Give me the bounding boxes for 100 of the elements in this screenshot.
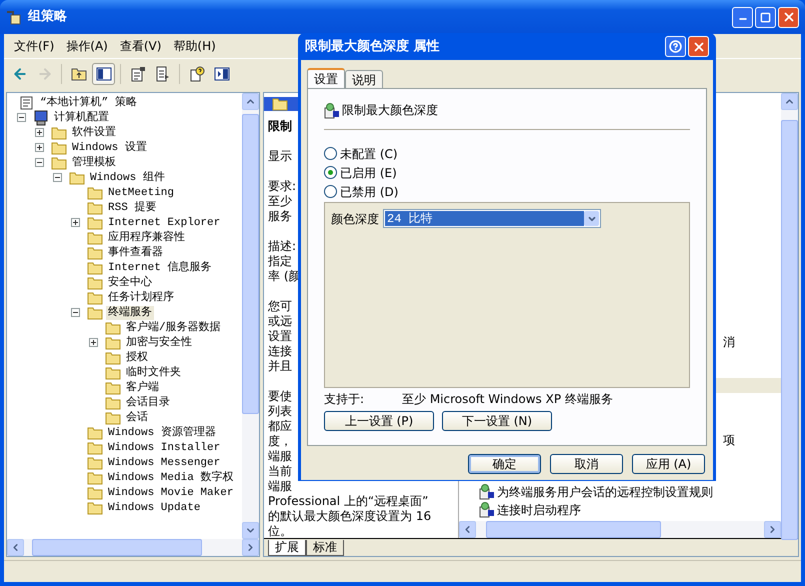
folder-icon — [87, 426, 103, 440]
tree-item[interactable]: Windows 资源管理器 — [106, 426, 218, 440]
scroll-thumb[interactable] — [32, 539, 202, 556]
menu-item[interactable]: 查看(V) — [114, 37, 168, 55]
tree-item[interactable]: 会话 — [124, 410, 150, 424]
tree-item[interactable]: 临时文件夹 — [124, 366, 183, 380]
folder-icon — [87, 200, 103, 214]
radio-option[interactable]: 未配置 (C) — [324, 144, 690, 163]
tree-item[interactable]: NetMeeting — [106, 186, 176, 200]
tree-item[interactable]: Windows Movie Maker — [106, 486, 236, 500]
tree-item[interactable]: Windows Update — [106, 500, 202, 514]
horizontal-scrollbar[interactable] — [7, 539, 259, 556]
radio-button[interactable] — [324, 147, 337, 160]
tree-item[interactable]: Windows 组件 — [88, 170, 167, 184]
view-tab[interactable]: 扩展 — [268, 540, 306, 556]
tree-item[interactable]: Windows Installer — [106, 440, 222, 454]
supported-text: 至少 Microsoft Windows XP 终端服务 — [402, 391, 613, 408]
description-text: 设置 — [268, 329, 292, 344]
help-icon — [669, 40, 682, 53]
tree-item[interactable]: 授权 — [124, 350, 150, 364]
tree-item[interactable]: 安全中心 — [106, 276, 154, 290]
help-button[interactable] — [665, 36, 686, 57]
tree-item[interactable]: Windows 设置 — [70, 140, 149, 154]
radio-button[interactable] — [324, 166, 337, 179]
scroll-thumb[interactable] — [242, 114, 259, 414]
folder-icon — [87, 486, 103, 500]
folder-icon — [105, 380, 121, 394]
nav-button[interactable]: 上一设置 (P) — [324, 411, 434, 431]
expand-toggle[interactable] — [35, 143, 44, 152]
tree-item[interactable]: 事件查看器 — [106, 246, 165, 260]
dialog-tab[interactable]: 设置 — [307, 68, 345, 88]
expand-toggle[interactable] — [35, 128, 44, 137]
description-text: 的默认最大颜色深度设置为 16 — [268, 509, 432, 524]
setting-icon — [479, 484, 495, 500]
tree-item[interactable]: 客户端 — [124, 380, 161, 394]
tree-item[interactable]: Internet Explorer — [106, 216, 222, 230]
close-button[interactable] — [688, 36, 709, 57]
folder-icon — [69, 170, 85, 184]
folder-icon — [105, 350, 121, 364]
description-text: 指定 — [268, 254, 292, 269]
action-pane-icon — [214, 66, 230, 80]
setting-item[interactable]: 为终端服务用户会话的远程控制设置规则 — [497, 483, 713, 501]
folder-icon — [87, 216, 103, 230]
minimize-button[interactable] — [732, 6, 753, 28]
tree-item[interactable]: RSS 提要 — [106, 200, 158, 214]
tree-item[interactable]: “本地计算机” 策略 — [38, 96, 139, 110]
expand-toggle[interactable] — [71, 308, 80, 317]
tree-item[interactable]: 会话目录 — [124, 396, 172, 410]
color-depth-dropdown[interactable]: 24 比特 — [383, 209, 601, 228]
tree-item[interactable]: Internet 信息服务 — [106, 260, 214, 274]
radio-button[interactable] — [324, 185, 337, 198]
description-text: 连接 — [268, 344, 292, 359]
tree-item[interactable]: 计算机配置 — [52, 110, 111, 124]
expand-toggle[interactable] — [35, 158, 44, 167]
radio-option[interactable]: 已启用 (E) — [324, 163, 690, 182]
tree-item[interactable]: Windows Messenger — [106, 456, 222, 470]
maximize-button[interactable] — [755, 6, 776, 28]
setting-label: 颜色深度 — [331, 210, 379, 228]
folder-icon — [105, 366, 121, 380]
menu-item[interactable]: 操作(A) — [60, 37, 114, 55]
tree-item[interactable]: 任务计划程序 — [106, 290, 176, 304]
folder-icon — [272, 97, 288, 111]
policy-tools-icon — [6, 9, 22, 25]
tree-item[interactable]: Windows Media 数字权 — [106, 470, 236, 484]
menu-item[interactable]: 帮助(H) — [167, 37, 222, 55]
dialog-button[interactable]: 确定 — [468, 454, 541, 474]
expand-toggle[interactable] — [53, 173, 62, 182]
description-text: 显示 — [268, 149, 292, 164]
tree-item[interactable]: 管理模板 — [70, 156, 118, 170]
computer-icon — [33, 110, 49, 126]
description-text: 要求: — [268, 179, 296, 194]
tree-item[interactable]: 应用程序兼容性 — [106, 230, 187, 244]
view-tab[interactable]: 标准 — [306, 540, 344, 556]
tree-item[interactable]: 加密与安全性 — [124, 336, 194, 350]
policy-name: 限制最大颜色深度 — [342, 102, 438, 119]
folder-icon — [87, 470, 103, 484]
tree-pane-icon — [96, 66, 112, 80]
dialog-button[interactable]: 应用 (A) — [632, 454, 705, 474]
tree-item[interactable]: 软件设置 — [70, 126, 118, 140]
close-button[interactable] — [778, 6, 799, 28]
nav-button[interactable]: 下一设置 (N) — [442, 411, 552, 431]
dialog-button[interactable]: 取消 — [550, 454, 623, 474]
dialog-tab[interactable]: 说明 — [345, 70, 383, 88]
close-icon — [692, 40, 706, 54]
folder-icon — [87, 306, 103, 320]
radio-option[interactable]: 已禁用 (D) — [324, 182, 690, 201]
tree-item[interactable]: 客户端/服务器数据 — [124, 320, 223, 334]
setting-item[interactable]: 连接时启动程序 — [497, 501, 581, 519]
toolbar-button[interactable] — [92, 62, 115, 84]
description-text: 或远 — [268, 314, 292, 329]
expand-toggle[interactable] — [71, 218, 80, 227]
tree-item[interactable]: 终端服务 — [106, 306, 154, 320]
description-text: 您可 — [268, 299, 292, 314]
expand-toggle[interactable] — [17, 113, 26, 122]
menu-item[interactable]: 文件(F) — [8, 37, 60, 55]
description-text: 要使 — [268, 389, 292, 404]
scroll-thumb[interactable] — [486, 521, 661, 538]
vertical-scrollbar[interactable] — [242, 93, 259, 539]
horizontal-scrollbar[interactable] — [459, 521, 781, 538]
expand-toggle[interactable] — [89, 338, 98, 347]
